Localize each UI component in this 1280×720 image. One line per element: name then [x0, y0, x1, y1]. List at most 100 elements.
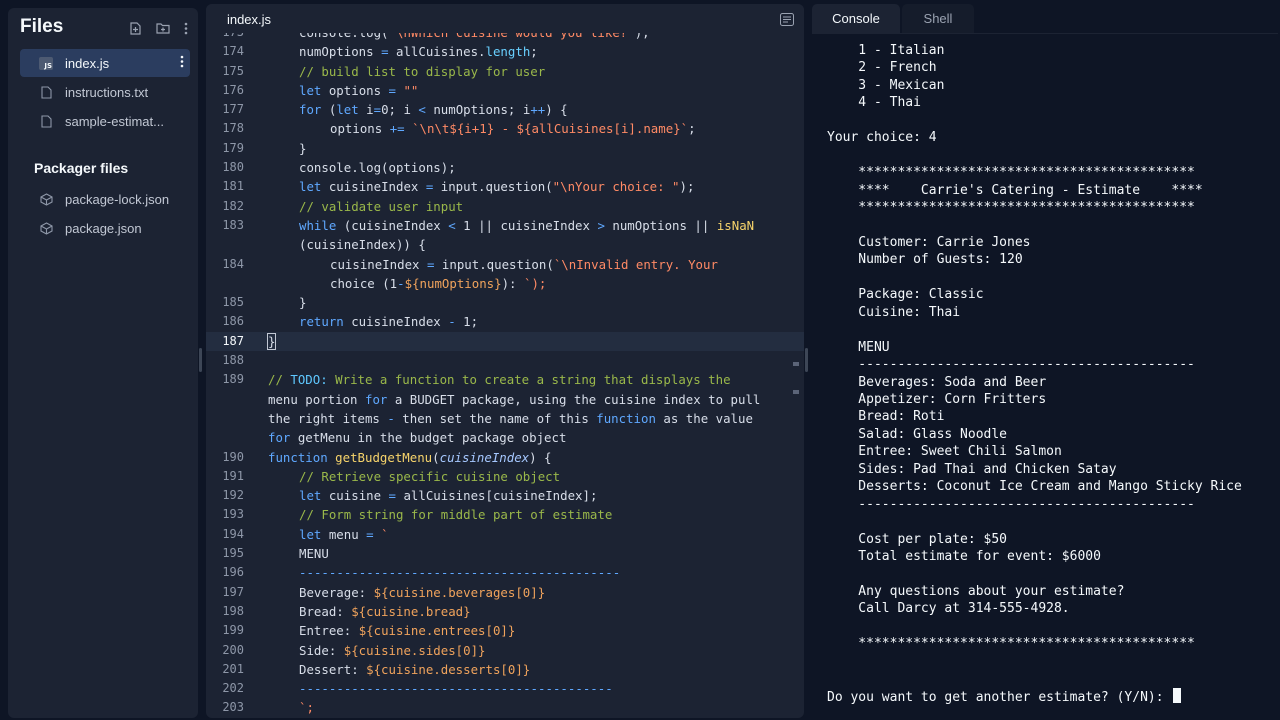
line-number: 193 — [222, 507, 244, 522]
new-folder-icon[interactable] — [156, 22, 170, 35]
package-icon — [38, 191, 54, 207]
code-line[interactable]: 187} — [206, 331, 804, 352]
format-icon[interactable] — [780, 13, 794, 31]
code-text: numOptions = allCuisines.length; — [299, 44, 538, 60]
code-line[interactable]: choice (1-${numOptions}): `); — [206, 274, 804, 293]
code-line[interactable]: 195 MENU — [206, 544, 804, 563]
code-line[interactable]: menu portion for a BUDGET package, using… — [206, 390, 804, 409]
sidebar-resize-handle[interactable] — [199, 348, 202, 372]
code-editor[interactable]: 173console.log("\nWhich cuisine would yo… — [206, 4, 804, 718]
file-item-index-js[interactable]: JS index.js — [20, 49, 190, 77]
console-line: Do you want to get another estimate? (Y/… — [827, 687, 1182, 706]
code-text: console.log(options); — [299, 160, 456, 176]
code-line[interactable]: 188 — [206, 351, 804, 370]
code-area[interactable]: 173console.log("\nWhich cuisine would yo… — [206, 23, 804, 718]
console-line: Desserts: Coconut Ice Cream and Mango St… — [827, 479, 1242, 495]
code-text: } — [299, 295, 307, 311]
code-line[interactable]: 191 // Retrieve specific cuisine object — [206, 467, 804, 486]
code-line[interactable]: 181 let cuisineIndex = input.question("\n… — [206, 177, 804, 196]
more-options-icon[interactable] — [184, 22, 188, 35]
console-pane: Console Shell 1 - Italian 2 - French 3 -… — [812, 4, 1278, 719]
code-line[interactable]: for getMenu in the budget package object — [206, 428, 804, 447]
console-line: **** Carrie's Catering - Estimate **** — [827, 182, 1203, 198]
code-text: for (let i=0; i < numOptions; i++) { — [299, 102, 568, 118]
console-line: Appetizer: Corn Fritters — [827, 392, 1047, 407]
line-number: 175 — [222, 63, 244, 78]
line-number: 177 — [222, 102, 244, 117]
code-line[interactable]: 184 cuisineIndex = input.question(`\nInva… — [206, 255, 804, 274]
console-output[interactable]: 1 - Italian 2 - French 3 - Mexican 4 - T… — [812, 33, 1278, 719]
line-number: 180 — [222, 160, 244, 175]
code-line[interactable]: 192 let cuisine = allCuisines[cuisineInde… — [206, 486, 804, 505]
code-line[interactable]: 194 let menu = ` — [206, 525, 804, 544]
code-line[interactable]: 183 while (cuisineIndex < 1 || cuisineInd… — [206, 216, 804, 235]
pane-resize-handle[interactable] — [805, 348, 808, 372]
file-menu-icon[interactable] — [180, 55, 184, 70]
line-number: 195 — [222, 546, 244, 561]
code-line[interactable]: 185} — [206, 293, 804, 312]
line-number: 185 — [222, 295, 244, 310]
line-number: 194 — [222, 526, 244, 541]
line-number: 202 — [222, 681, 244, 696]
code-line[interactable]: 186 return cuisineIndex - 1; — [206, 312, 804, 331]
line-number: 188 — [222, 353, 244, 368]
code-line[interactable]: 190 function getBudgetMenu(cuisineIndex) … — [206, 448, 804, 467]
code-line[interactable]: 196 -------------------------------------… — [206, 563, 804, 582]
console-line: 2 - French — [827, 60, 937, 76]
console-tab-bar: Console Shell — [812, 4, 1278, 33]
console-line: Number of Guests: 120 — [827, 252, 1023, 268]
console-line: ----------------------------------------… — [827, 357, 1195, 373]
scrollbar-marker — [793, 362, 799, 366]
code-line[interactable]: 176 let options = "" — [206, 81, 804, 100]
console-line: 3 - Mexican — [827, 77, 945, 93]
code-text: Bread: ${cuisine.bread} — [299, 603, 471, 619]
code-line[interactable]: 189 // TODO: Write a function to create a… — [206, 370, 804, 389]
line-number: 198 — [222, 603, 244, 618]
tab-index-js[interactable]: index.js — [208, 6, 290, 33]
scrollbar-marker — [793, 390, 799, 394]
code-line[interactable]: 198 Bread: ${cuisine.bread} — [206, 602, 804, 621]
code-line[interactable]: (cuisineIndex)) { — [206, 235, 804, 254]
code-line[interactable]: 182 // validate user input — [206, 197, 804, 216]
code-text: Dessert: ${cuisine.desserts[0]} — [299, 661, 531, 677]
file-name: sample-estimat... — [65, 113, 164, 129]
line-number: 183 — [222, 217, 244, 232]
code-line[interactable]: the right items - then set the name of t… — [206, 409, 804, 428]
code-line[interactable]: 174 numOptions = allCuisines.length; — [206, 42, 804, 61]
file-item-instructions[interactable]: instructions.txt — [20, 78, 190, 106]
code-text: Beverage: ${cuisine.beverages[0]} — [299, 584, 546, 600]
code-line[interactable]: 177 for (let i=0; i < numOptions; i++) { — [206, 100, 804, 119]
code-line[interactable]: 200 Side: ${cuisine.sides[0]} — [206, 641, 804, 660]
console-line: 4 - Thai — [827, 95, 921, 111]
console-line: 1 - Italian — [827, 43, 945, 58]
tab-shell[interactable]: Shell — [902, 4, 974, 33]
line-number: 176 — [222, 82, 244, 97]
code-line[interactable]: 193 // Form string for middle part of est… — [206, 505, 804, 524]
code-line[interactable]: 179} — [206, 139, 804, 158]
code-line[interactable]: 175 // build list to display for user — [206, 62, 804, 81]
code-line[interactable]: 203 `; — [206, 698, 804, 717]
code-line[interactable]: 202 -------------------------------------… — [206, 679, 804, 698]
line-number: 187 — [222, 333, 244, 348]
line-number: 181 — [222, 179, 244, 194]
file-icon — [38, 84, 54, 100]
code-line[interactable]: 197 Beverage: ${cuisine.beverages[0]} — [206, 583, 804, 602]
console-line: Sides: Pad Thai and Chicken Satay — [827, 461, 1117, 477]
code-line[interactable]: 201 Dessert: ${cuisine.desserts[0]} — [206, 660, 804, 679]
tab-console[interactable]: Console — [812, 4, 900, 33]
line-number: 200 — [222, 642, 244, 657]
file-item-package-lock[interactable]: package-lock.json — [20, 185, 190, 213]
code-text: let options = "" — [299, 82, 419, 98]
line-number: 191 — [222, 468, 244, 483]
code-line[interactable]: 199 Entree: ${cuisine.entrees[0]} — [206, 621, 804, 640]
new-file-icon[interactable] — [129, 22, 142, 35]
code-text: options += `\n\t${i+1} - ${allCuisines[i… — [330, 121, 696, 137]
file-item-package-json[interactable]: package.json — [20, 214, 190, 242]
file-item-sample-estimate[interactable]: sample-estimat... — [20, 107, 190, 135]
line-number: 179 — [222, 140, 244, 155]
line-number: 201 — [222, 661, 244, 676]
code-line[interactable]: 178 options += `\n\t${i+1} - ${allCuisine… — [206, 119, 804, 138]
code-text: choice (1-${numOptions}): `); — [330, 275, 547, 291]
console-line: Call Darcy at 314-555-4928. — [827, 601, 1070, 617]
code-line[interactable]: 180 console.log(options); — [206, 158, 804, 177]
